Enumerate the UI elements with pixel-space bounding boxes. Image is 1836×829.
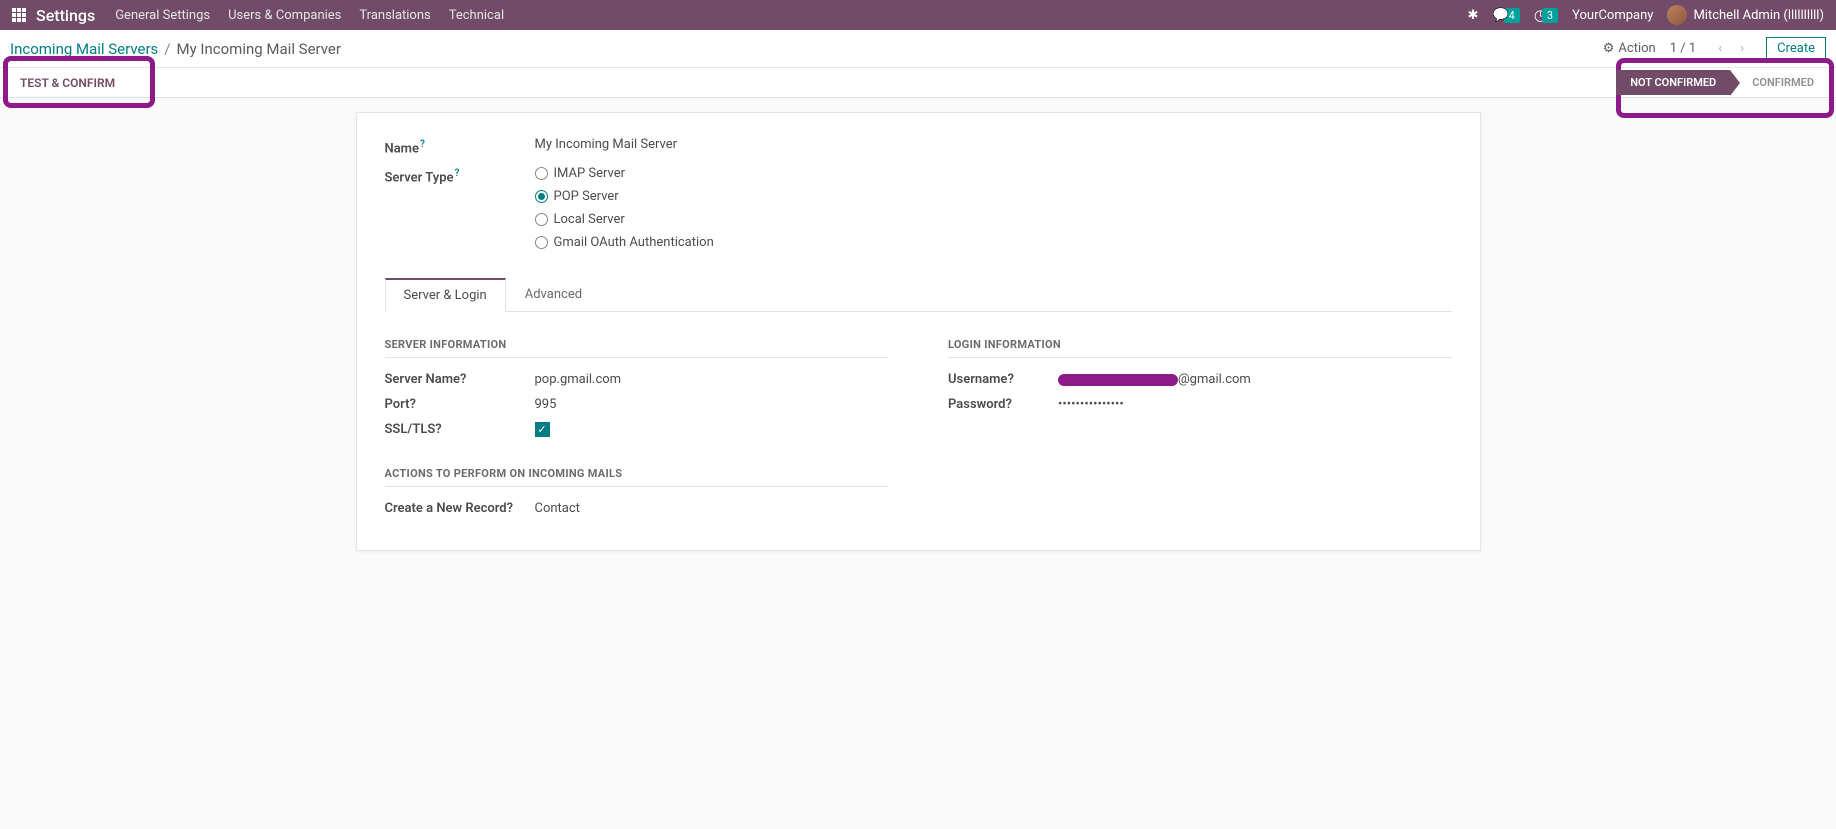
radio-label-local: Local Server (554, 212, 625, 227)
company-selector[interactable]: YourCompany (1572, 8, 1653, 23)
username-suffix: @gmail.com (1178, 372, 1251, 387)
breadcrumb-link[interactable]: Incoming Mail Servers (10, 40, 158, 58)
breadcrumb-separator: / (164, 40, 170, 58)
status-not-confirmed[interactable]: NOT CONFIRMED (1616, 70, 1730, 95)
status-bar: TEST & CONFIRM NOT CONFIRMED CONFIRMED (0, 68, 1836, 98)
radio-pop[interactable]: POP Server (535, 189, 714, 204)
server-type-row: Server Type? IMAP Server POP Server Loca… (385, 166, 1452, 250)
create-record-label: Create a New Record? (385, 501, 535, 516)
help-icon[interactable]: ? (455, 168, 460, 179)
status-confirmed[interactable]: CONFIRMED (1730, 70, 1828, 95)
tabs: Server & Login Advanced (385, 278, 1452, 312)
actions-section-title: ACTIONS TO PERFORM ON INCOMING MAILS (385, 467, 889, 480)
app-title[interactable]: Settings (36, 6, 95, 25)
server-info-title: SERVER INFORMATION (385, 338, 889, 351)
pager-arrows: ‹ › (1710, 39, 1752, 59)
port-row: Port? 995 (385, 397, 889, 412)
nav-menu: General Settings Users & Companies Trans… (115, 8, 504, 23)
radio-label-gmail: Gmail OAuth Authentication (554, 235, 714, 250)
nav-right: 4 3 YourCompany Mitchell Admin (llllllll… (1468, 5, 1824, 25)
main-content: Name? My Incoming Mail Server Server Typ… (356, 98, 1481, 565)
radio-gmail[interactable]: Gmail OAuth Authentication (535, 235, 714, 250)
test-confirm-button[interactable]: TEST & CONFIRM (6, 70, 129, 96)
help-icon[interactable]: ? (435, 422, 441, 437)
help-icon[interactable]: ? (409, 397, 415, 412)
create-button[interactable]: Create (1766, 37, 1826, 60)
radio-imap[interactable]: IMAP Server (535, 166, 714, 181)
login-info-column: LOGIN INFORMATION Username? @gmail.com P… (948, 338, 1452, 526)
nav-menu-users[interactable]: Users & Companies (228, 8, 341, 23)
server-type-radio-group: IMAP Server POP Server Local Server Gmai… (535, 166, 714, 250)
tab-server-login[interactable]: Server & Login (385, 278, 506, 312)
password-label: Password? (948, 397, 1058, 412)
action-dropdown[interactable]: Action (1603, 41, 1656, 56)
server-name-value[interactable]: pop.gmail.com (535, 372, 622, 387)
help-icon[interactable]: ? (460, 372, 466, 387)
ssl-row: SSL/TLS? (385, 422, 889, 437)
port-value[interactable]: 995 (535, 397, 557, 412)
port-label: Port? (385, 397, 535, 412)
breadcrumb: Incoming Mail Servers / My Incoming Mail… (10, 40, 341, 58)
password-value[interactable]: ••••••••••••••• (1058, 397, 1124, 412)
pager-prev-icon[interactable]: ‹ (1710, 39, 1730, 59)
radio-label-pop: POP Server (554, 189, 619, 204)
username-label: Username? (948, 372, 1058, 387)
help-icon[interactable]: ? (507, 501, 513, 516)
user-menu[interactable]: Mitchell Admin (llllllllll) (1667, 5, 1824, 25)
server-name-row: Server Name? pop.gmail.com (385, 372, 889, 387)
redacted-text (1058, 374, 1178, 386)
chat-indicator[interactable]: 4 (1492, 8, 1519, 23)
clock-indicator[interactable]: 3 (1534, 6, 1558, 24)
pager-next-icon[interactable]: › (1732, 39, 1752, 59)
nav-menu-technical[interactable]: Technical (449, 8, 504, 23)
create-record-row: Create a New Record? Contact (385, 501, 889, 516)
name-label: Name? (385, 137, 535, 156)
nav-menu-translations[interactable]: Translations (359, 8, 430, 23)
server-type-label: Server Type? (385, 166, 535, 185)
username-row: Username? @gmail.com (948, 372, 1452, 387)
ssl-checkbox[interactable] (535, 422, 550, 437)
radio-icon (535, 167, 548, 180)
tab-advanced[interactable]: Advanced (506, 278, 601, 311)
radio-label-imap: IMAP Server (554, 166, 626, 181)
radio-local[interactable]: Local Server (535, 212, 714, 227)
tab-content: SERVER INFORMATION Server Name? pop.gmai… (385, 338, 1452, 526)
breadcrumb-current: My Incoming Mail Server (177, 40, 341, 58)
pager-text[interactable]: 1 / 1 (1670, 41, 1696, 56)
radio-icon (535, 236, 548, 249)
server-name-label: Server Name? (385, 372, 535, 387)
apps-grid-icon[interactable] (12, 8, 26, 22)
radio-icon-checked (535, 190, 548, 203)
server-info-column: SERVER INFORMATION Server Name? pop.gmai… (385, 338, 889, 526)
name-row: Name? My Incoming Mail Server (385, 137, 1452, 156)
top-navigation: Settings General Settings Users & Compan… (0, 0, 1836, 30)
name-value[interactable]: My Incoming Mail Server (535, 137, 678, 152)
create-record-value[interactable]: Contact (535, 501, 580, 516)
action-bar: Incoming Mail Servers / My Incoming Mail… (0, 30, 1836, 68)
ssl-label: SSL/TLS? (385, 422, 535, 437)
status-pills: NOT CONFIRMED CONFIRMED (1616, 70, 1828, 95)
checkbox-checked-icon (535, 422, 550, 437)
chat-icon (1492, 8, 1508, 23)
help-icon[interactable]: ? (420, 139, 425, 150)
help-icon[interactable]: ? (1007, 372, 1013, 387)
nav-menu-general[interactable]: General Settings (115, 8, 210, 23)
avatar-icon (1667, 5, 1687, 25)
action-label: Action (1618, 41, 1655, 56)
form-card: Name? My Incoming Mail Server Server Typ… (356, 112, 1481, 551)
user-label: Mitchell Admin (llllllllll) (1693, 8, 1824, 23)
username-value[interactable]: @gmail.com (1058, 372, 1251, 387)
bug-icon[interactable] (1468, 8, 1479, 23)
radio-icon (535, 213, 548, 226)
clock-badge: 3 (1542, 8, 1558, 23)
help-icon[interactable]: ? (1005, 397, 1011, 412)
login-info-title: LOGIN INFORMATION (948, 338, 1452, 351)
password-row: Password? ••••••••••••••• (948, 397, 1452, 412)
